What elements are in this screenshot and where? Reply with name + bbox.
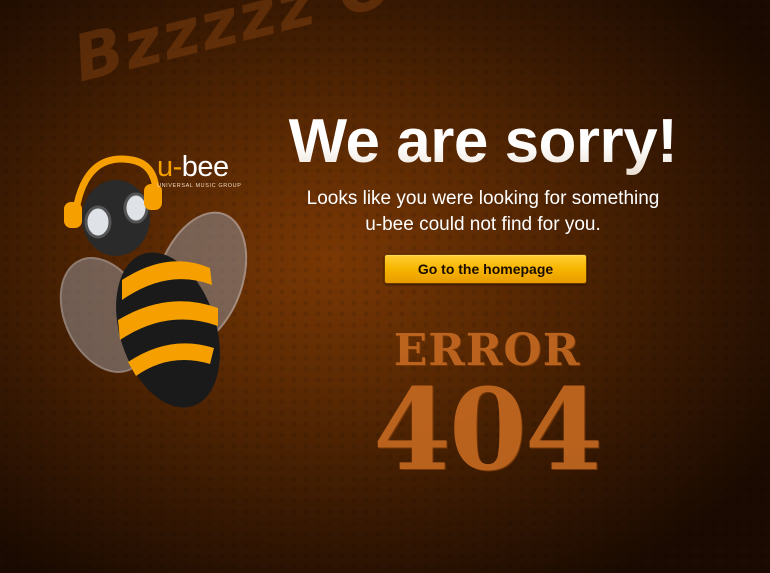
logo-prefix: u- xyxy=(157,151,182,183)
homepage-button[interactable]: Go to the homepage xyxy=(384,254,587,284)
logo-suffix: bee xyxy=(181,151,229,183)
bee-with-headphones-icon xyxy=(59,155,248,408)
error-message: Looks like you were looking for somethin… xyxy=(290,186,676,238)
error-404-graphic: ERROR 404 xyxy=(372,326,603,496)
page-title: We are sorry! xyxy=(268,106,698,177)
logo-subtitle: UNIVERSAL MUSIC GROUP xyxy=(157,183,242,189)
u-bee-logo[interactable]: u-bee UNIVERSAL MUSIC GROUP xyxy=(157,152,247,189)
error-message-line-1: Looks like you were looking for somethin… xyxy=(306,188,660,209)
error-page: Bzzzzz Ooops u-bee UNIVERSAL MUSIC GROUP… xyxy=(0,0,770,573)
logo-wordmark: u-bee xyxy=(157,152,247,182)
error-code: 404 xyxy=(373,365,603,496)
error-message-line-2: u-bee could not find for you. xyxy=(365,214,601,235)
